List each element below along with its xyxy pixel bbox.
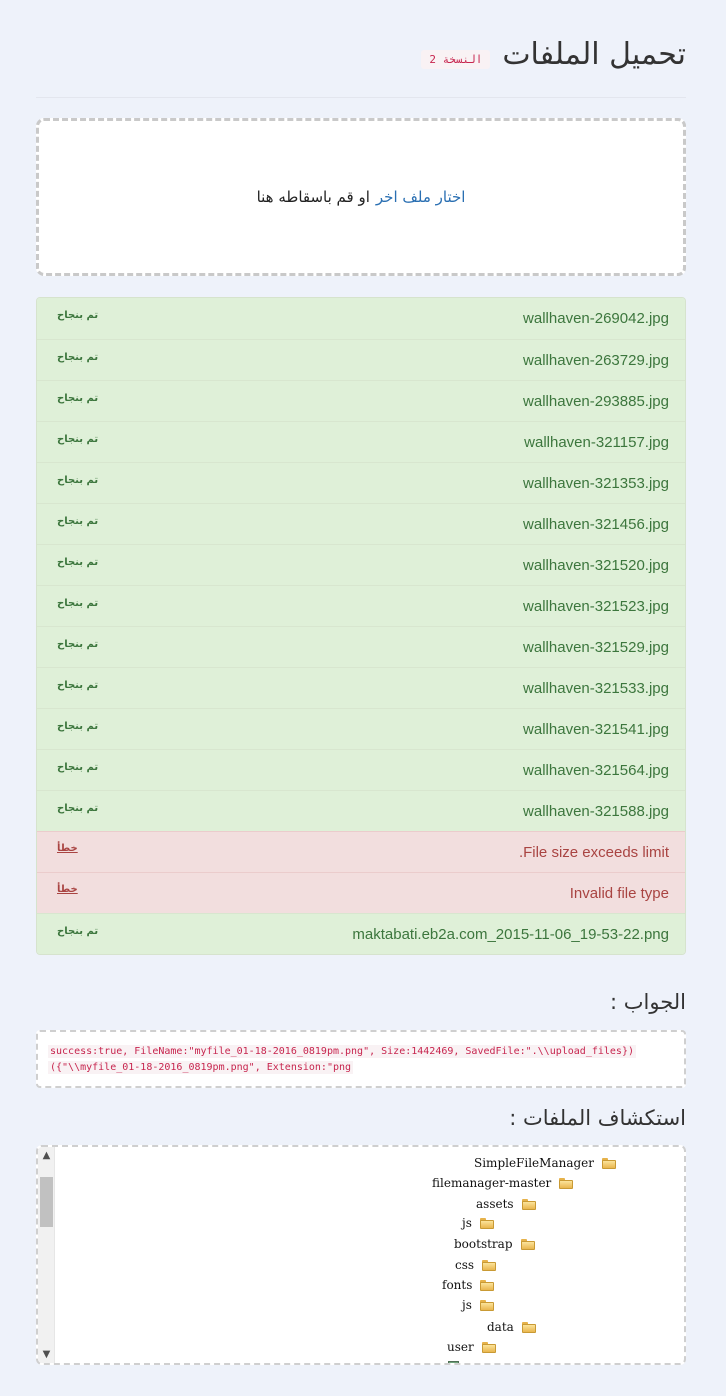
scroll-down-arrow-icon[interactable]: ▼	[38, 1346, 55, 1363]
upload-file-name: wallhaven-263729.jpg	[523, 351, 669, 369]
explorer-tree-item[interactable]: assets	[476, 1194, 536, 1214]
upload-file-name: wallhaven-321588.jpg	[523, 802, 669, 820]
folder-icon	[521, 1321, 536, 1333]
upload-success-row: تم بنجاح wallhaven-321353.jpg	[37, 462, 685, 503]
success-status-label: تم بنجاح	[57, 310, 99, 321]
success-status-label: تم بنجاح	[57, 557, 99, 568]
success-status-label: تم بنجاح	[57, 926, 99, 937]
scroll-thumb[interactable]	[40, 1177, 53, 1227]
upload-success-row: تم بنجاح wallhaven-321157.jpg	[37, 421, 685, 462]
scroll-up-arrow-icon[interactable]: ▲	[38, 1147, 55, 1164]
tree-item-label: assets	[476, 1197, 514, 1211]
folder-icon	[482, 1259, 497, 1271]
success-status-label: تم بنجاح	[57, 721, 99, 732]
explorer-tree-item[interactable]: user	[447, 1337, 496, 1357]
file-explorer[interactable]: ▲ ▼ SimpleFileManager filemanager-master a…	[36, 1145, 686, 1365]
tree-item-label: data	[487, 1320, 514, 1334]
upload-success-row: تم بنجاح wallhaven-321523.jpg	[37, 585, 685, 626]
explorer-tree-item[interactable]: js	[462, 1213, 494, 1233]
upload-file-name: wallhaven-321529.jpg	[523, 638, 669, 656]
success-status-label: تم بنجاح	[57, 516, 99, 527]
upload-file-name: wallhaven-269042.jpg	[523, 310, 669, 327]
error-status-label: خطأ	[57, 884, 78, 895]
main-container: تحميل الملفات النسخة 2 اختار ملف اخر او …	[36, 0, 686, 1365]
success-status-label: تم بنجاح	[57, 639, 99, 650]
upload-file-name: maktabati.eb2a.com_2015-11-06_19-53-22.p…	[352, 925, 669, 943]
tree-item-label: bootstrap	[454, 1237, 513, 1251]
upload-file-name: wallhaven-321157.jpg	[524, 433, 669, 451]
explorer-tree-item[interactable]: css	[455, 1255, 497, 1275]
success-status-label: تم بنجاح	[57, 352, 99, 363]
success-status-label: تم بنجاح	[57, 598, 99, 609]
page-title: تحميل الملفات	[502, 37, 686, 72]
folder-icon	[602, 1157, 617, 1169]
response-box: success:true, FileName:"myfile_01-18-201…	[36, 1030, 686, 1088]
dropzone-hint: او قم باسقاطه هنا	[256, 188, 370, 206]
upload-file-name: wallhaven-321564.jpg	[523, 761, 669, 779]
success-status-label: تم بنجاح	[57, 434, 99, 445]
success-status-label: تم بنجاح	[57, 680, 99, 691]
explorer-tree-item[interactable]: bootstrap	[454, 1234, 535, 1254]
tree-item-label: SimpleFileManager	[474, 1156, 595, 1170]
folder-icon	[520, 1238, 535, 1250]
tree-item-label: filemanager-master	[432, 1176, 552, 1190]
upload-success-row: تم بنجاح wallhaven-321588.jpg	[37, 790, 685, 831]
success-status-label: تم بنجاح	[57, 475, 99, 486]
upload-file-name: wallhaven-321523.jpg	[523, 597, 669, 615]
folder-icon	[479, 1299, 494, 1311]
image-file-icon	[448, 1361, 459, 1363]
upload-error-row: خطأ File size exceeds limit.	[37, 831, 685, 872]
upload-success-row: تم بنجاح wallhaven-321456.jpg	[37, 503, 685, 544]
explorer-tree-item[interactable]: js	[462, 1295, 494, 1315]
upload-file-name: File size exceeds limit.	[518, 843, 669, 861]
upload-error-row: خطأ Invalid file type	[37, 872, 685, 913]
file-dropzone[interactable]: اختار ملف اخر او قم باسقاطه هنا	[36, 118, 686, 276]
explorer-tree-item[interactable]: data	[487, 1317, 536, 1337]
tree-item-label: css	[455, 1258, 475, 1272]
response-line-2: ({"\\myfile_01-18-2016_0819pm.png", Exte…	[48, 1061, 354, 1074]
upload-success-row: تم بنجاح wallhaven-293885.jpg	[37, 380, 685, 421]
response-line-1: success:true, FileName:"myfile_01-18-201…	[48, 1045, 636, 1058]
explorer-title: استكشاف الملفات :	[509, 1106, 686, 1130]
explorer-tree-item[interactable]: filemanager-master	[432, 1173, 574, 1193]
folder-icon	[479, 1217, 494, 1229]
response-title: الجواب :	[610, 990, 686, 1014]
folder-icon	[559, 1177, 574, 1189]
upload-success-row: تم بنجاح wallhaven-321533.jpg	[37, 667, 685, 708]
tree-item-label: js	[462, 1298, 472, 1312]
tree-item-label: user	[447, 1340, 474, 1354]
folder-icon	[481, 1341, 496, 1353]
version-badge: النسخة 2	[421, 50, 491, 69]
success-status-label: تم بنجاح	[57, 393, 99, 404]
upload-file-name: wallhaven-321353.jpg	[523, 474, 669, 492]
explorer-scrollbar[interactable]: ▲ ▼	[38, 1147, 55, 1363]
folder-icon	[480, 1279, 495, 1291]
tree-item-label: js	[462, 1216, 472, 1230]
tree-item-label: fonts	[442, 1278, 473, 1292]
upload-success-row: تم بنجاح wallhaven-321541.jpg	[37, 708, 685, 749]
upload-file-name: wallhaven-321520.jpg	[523, 556, 669, 574]
upload-file-name: wallhaven-321541.jpg	[523, 720, 669, 738]
upload-success-row: تم بنجاح wallhaven-263729.jpg	[37, 339, 685, 380]
upload-success-row: تم بنجاح wallhaven-321529.jpg	[37, 626, 685, 667]
explorer-tree-item[interactable]: fonts	[442, 1275, 495, 1295]
upload-success-row: تم بنجاح wallhaven-321564.jpg	[37, 749, 685, 790]
upload-file-name: wallhaven-321533.jpg	[523, 679, 669, 697]
error-status-label: خطأ	[57, 843, 78, 854]
success-status-label: تم بنجاح	[57, 762, 99, 773]
folder-icon	[521, 1198, 536, 1210]
upload-file-name: Invalid file type	[569, 884, 669, 902]
success-status-label: تم بنجاح	[57, 803, 99, 814]
upload-file-name: wallhaven-293885.jpg	[523, 392, 669, 410]
explorer-tree-item[interactable]: SimpleFileManager	[474, 1153, 617, 1173]
choose-file-link[interactable]: اختار ملف اخر	[376, 188, 466, 206]
upload-file-name: wallhaven-321456.jpg	[523, 515, 669, 533]
page-header: تحميل الملفات النسخة 2	[36, 0, 686, 98]
upload-success-row: تم بنجاح wallhaven-269042.jpg	[37, 298, 685, 339]
upload-success-row: تم بنجاح wallhaven-321520.jpg	[37, 544, 685, 585]
upload-success-row: تم بنجاح maktabati.eb2a.com_2015-11-06_19…	[37, 913, 685, 954]
explorer-tree-item[interactable]	[442, 1356, 459, 1363]
upload-results-list: تم بنجاح wallhaven-269042.jpg تم بنجاح wall…	[36, 297, 686, 955]
